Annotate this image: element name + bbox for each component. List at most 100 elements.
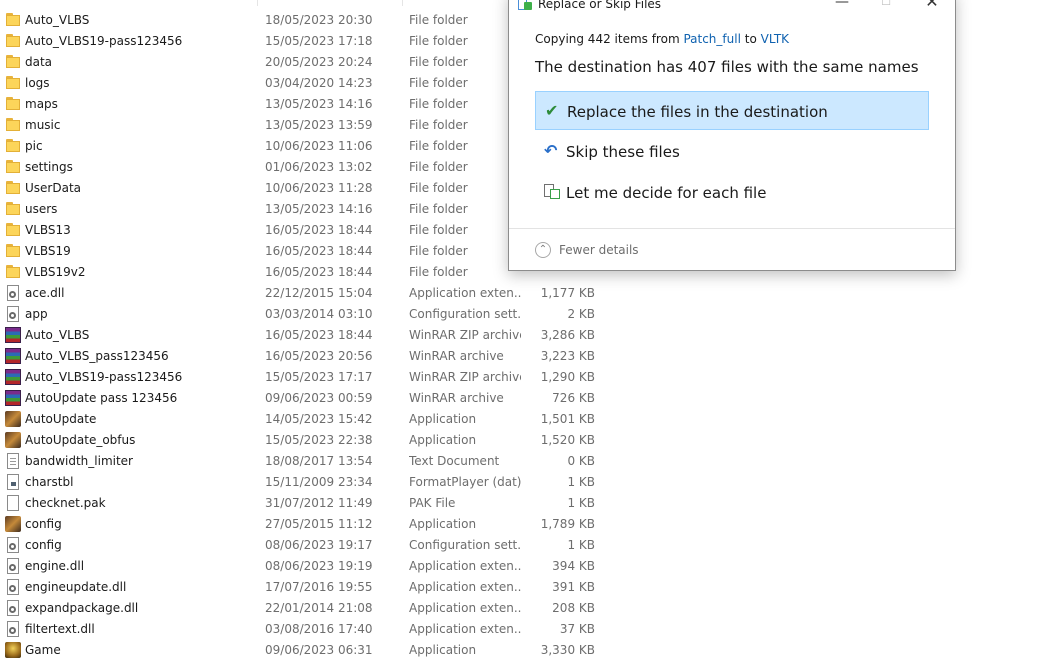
file-date-modified: 03/04/2020 14:23 bbox=[265, 76, 373, 90]
winrar-icon bbox=[5, 327, 21, 343]
file-name: Auto_VLBS19-pass123456 bbox=[25, 34, 183, 48]
folder-icon bbox=[5, 54, 21, 70]
fewer-details-toggle[interactable]: ⌃ Fewer details bbox=[535, 242, 685, 262]
file-row[interactable]: Auto_VLBS_pass123456 16/05/2023 20:56 WinR… bbox=[0, 346, 620, 367]
file-date-modified: 22/12/2015 15:04 bbox=[265, 286, 373, 300]
folder-icon bbox=[5, 138, 21, 154]
dialog-titlebar[interactable]: Replace or Skip Files — ☐ ✕ bbox=[509, 0, 955, 17]
file-name: AutoUpdate pass 123456 bbox=[25, 391, 178, 405]
file-size: 1,177 KB bbox=[540, 286, 595, 300]
copy-summary: Copying 442 items from Patch_full to VLT… bbox=[535, 32, 789, 46]
folder-icon bbox=[5, 159, 21, 175]
config-icon bbox=[7, 306, 19, 322]
file-row[interactable]: app 03/03/2014 03:10 Configuration sett...… bbox=[0, 304, 620, 325]
winrar-icon bbox=[5, 390, 21, 406]
file-row[interactable]: AutoUpdate pass 123456 09/06/2023 00:59 Wi… bbox=[0, 388, 620, 409]
skip-files-option[interactable]: ↶ Skip these files bbox=[535, 132, 929, 171]
file-size: 208 KB bbox=[552, 601, 595, 615]
maximize-button: ☐ bbox=[881, 0, 891, 8]
file-date-modified: 20/05/2023 20:24 bbox=[265, 55, 373, 69]
file-row[interactable]: AutoUpdate_obfus 15/05/2023 22:38 Applicat… bbox=[0, 430, 620, 451]
chevron-up-icon: ⌃ bbox=[535, 242, 551, 258]
file-row[interactable]: Auto_VLBS 16/05/2023 18:44 WinRAR ZIP arch… bbox=[0, 325, 620, 346]
file-row[interactable]: charstbl 15/11/2009 23:34 FormatPlayer (da… bbox=[0, 472, 620, 493]
destination-folder-link[interactable]: VLTK bbox=[761, 32, 789, 46]
file-name: AutoUpdate_obfus bbox=[25, 433, 136, 447]
file-name: bandwidth_limiter bbox=[25, 454, 133, 468]
file-row[interactable]: bandwidth_limiter 18/08/2017 13:54 Text Do… bbox=[0, 451, 620, 472]
file-type: Application bbox=[409, 643, 477, 657]
decide-each-file-option[interactable]: Let me decide for each file bbox=[535, 173, 929, 212]
copy-prefix: Copying 442 items from bbox=[535, 32, 684, 46]
file-row[interactable]: Game 09/06/2023 06:31 Application 3,330 KB bbox=[0, 640, 620, 661]
file-size: 3,286 KB bbox=[540, 328, 595, 342]
dll-icon bbox=[7, 579, 19, 595]
file-type: PAK File bbox=[409, 496, 456, 510]
file-row[interactable]: expandpackage.dll 22/01/2014 21:08 Applica… bbox=[0, 598, 620, 619]
folder-icon bbox=[5, 96, 21, 112]
file-type: FormatPlayer (dat) bbox=[409, 475, 521, 489]
file-date-modified: 13/05/2023 14:16 bbox=[265, 97, 373, 111]
file-size: 394 KB bbox=[552, 559, 595, 573]
file-type: Application exten... bbox=[409, 622, 521, 636]
minimize-button[interactable]: — bbox=[820, 0, 864, 15]
file-date-modified: 16/05/2023 18:44 bbox=[265, 328, 373, 342]
file-date-modified: 03/03/2014 03:10 bbox=[265, 307, 373, 321]
file-type: File folder bbox=[409, 202, 468, 216]
file-type: File folder bbox=[409, 223, 468, 237]
file-name: settings bbox=[25, 160, 73, 174]
file-date-modified: 27/05/2015 11:12 bbox=[265, 517, 373, 531]
dialog-title: Replace or Skip Files bbox=[538, 0, 662, 11]
file-date-modified: 17/07/2016 19:55 bbox=[265, 580, 373, 594]
file-size: 1,501 KB bbox=[540, 412, 595, 426]
winrar-icon bbox=[5, 369, 21, 385]
file-type: File folder bbox=[409, 244, 468, 258]
file-row[interactable]: ace.dll 22/12/2015 15:04 Application exten… bbox=[0, 283, 620, 304]
file-name: checknet.pak bbox=[25, 496, 106, 510]
file-date-modified: 18/05/2023 20:30 bbox=[265, 13, 373, 27]
file-row[interactable]: AutoUpdate 14/05/2023 15:42 Application 1,5… bbox=[0, 409, 620, 430]
file-name: config bbox=[25, 538, 62, 552]
app-icon bbox=[5, 411, 21, 427]
file-size: 1 KB bbox=[567, 475, 595, 489]
folder-icon bbox=[5, 243, 21, 259]
file-row[interactable]: config 27/05/2015 11:12 Application 1,789 K… bbox=[0, 514, 620, 535]
file-size: 391 KB bbox=[552, 580, 595, 594]
file-row[interactable]: Auto_VLBS19-pass123456 15/05/2023 17:17 Wi… bbox=[0, 367, 620, 388]
file-type: Configuration sett... bbox=[409, 538, 521, 552]
replace-files-option[interactable]: ✔ Replace the files in the destination bbox=[535, 91, 929, 130]
file-size: 1,290 KB bbox=[540, 370, 595, 384]
file-size: 3,330 KB bbox=[540, 643, 595, 657]
file-name: users bbox=[25, 202, 58, 216]
file-type: File folder bbox=[409, 118, 468, 132]
blank-file-icon bbox=[7, 495, 19, 511]
file-size: 1 KB bbox=[567, 538, 595, 552]
file-type: WinRAR archive bbox=[409, 349, 504, 363]
file-date-modified: 13/05/2023 13:59 bbox=[265, 118, 373, 132]
close-button[interactable]: ✕ bbox=[910, 0, 954, 15]
file-name: VLBS13 bbox=[25, 223, 71, 237]
app-icon bbox=[5, 516, 21, 532]
file-size: 3,223 KB bbox=[540, 349, 595, 363]
file-name: ace.dll bbox=[25, 286, 65, 300]
file-type: File folder bbox=[409, 181, 468, 195]
file-type: File folder bbox=[409, 160, 468, 174]
file-date-modified: 15/05/2023 17:18 bbox=[265, 34, 373, 48]
file-row[interactable]: checknet.pak 31/07/2012 11:49 PAK File 1 KB bbox=[0, 493, 620, 514]
source-folder-link[interactable]: Patch_full bbox=[683, 32, 740, 46]
file-date-modified: 16/05/2023 20:56 bbox=[265, 349, 373, 363]
file-name: data bbox=[25, 55, 53, 69]
dll-icon bbox=[7, 621, 19, 637]
file-row[interactable]: engine.dll 08/06/2023 19:19 Application ex… bbox=[0, 556, 620, 577]
file-name: Auto_VLBS19-pass123456 bbox=[25, 370, 183, 384]
file-row[interactable]: filtertext.dll 03/08/2016 17:40 Applicatio… bbox=[0, 619, 620, 640]
file-row[interactable]: config 08/06/2023 19:17 Configuration sett… bbox=[0, 535, 620, 556]
file-size: 726 KB bbox=[552, 391, 595, 405]
file-row[interactable]: engineupdate.dll 17/07/2016 19:55 Applicat… bbox=[0, 577, 620, 598]
file-date-modified: 10/06/2023 11:28 bbox=[265, 181, 373, 195]
compare-files-icon bbox=[544, 183, 560, 199]
dat-file-icon bbox=[7, 474, 19, 490]
file-date-modified: 15/05/2023 17:17 bbox=[265, 370, 373, 384]
file-type: File folder bbox=[409, 97, 468, 111]
file-date-modified: 08/06/2023 19:17 bbox=[265, 538, 373, 552]
